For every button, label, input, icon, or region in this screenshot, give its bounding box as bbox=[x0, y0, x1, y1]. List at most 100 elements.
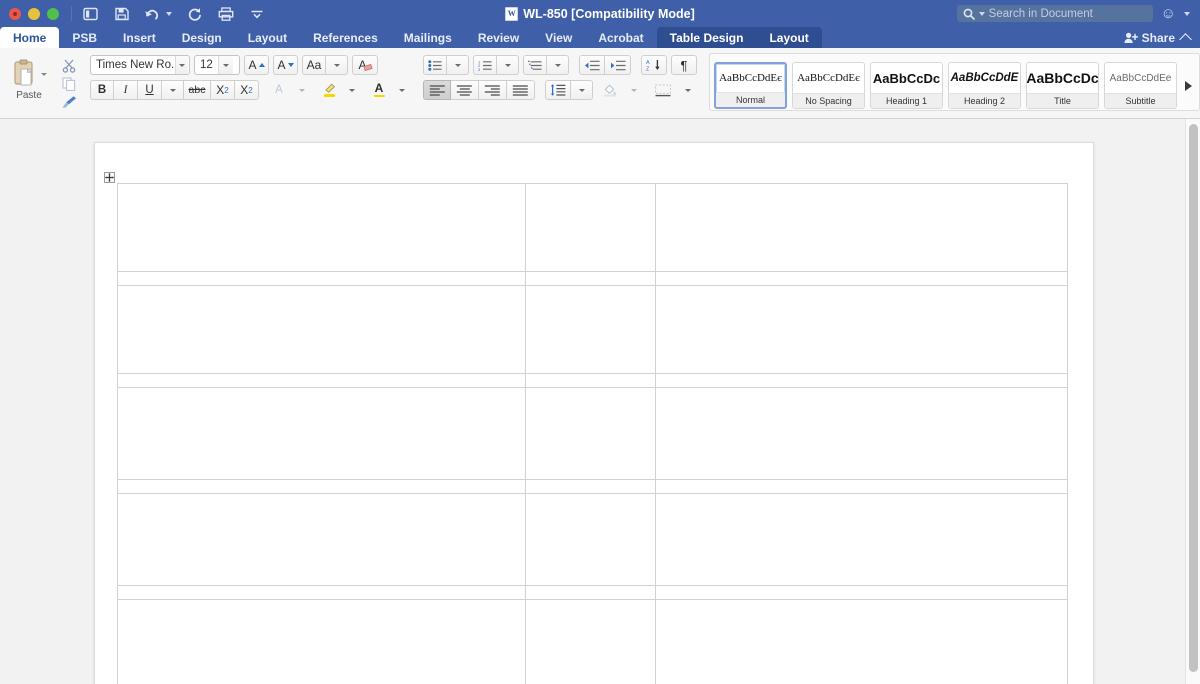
text-effects-dropdown-icon[interactable] bbox=[291, 80, 313, 100]
close-button[interactable] bbox=[9, 8, 21, 20]
print-icon[interactable] bbox=[217, 5, 234, 22]
borders-icon[interactable] bbox=[649, 80, 677, 100]
customize-toolbar-icon[interactable] bbox=[248, 5, 265, 22]
table-cell[interactable] bbox=[656, 286, 1068, 374]
table-cell[interactable] bbox=[526, 586, 656, 600]
share-button[interactable]: Share bbox=[1124, 31, 1175, 45]
table-cell[interactable] bbox=[118, 600, 526, 684]
multilevel-list-icon[interactable] bbox=[523, 55, 547, 75]
tab-design[interactable]: Design bbox=[169, 27, 235, 48]
document-area[interactable] bbox=[0, 119, 1200, 684]
vertical-scrollbar[interactable] bbox=[1185, 119, 1200, 684]
alignment-group[interactable] bbox=[423, 80, 535, 100]
subscript-button[interactable]: X2 bbox=[211, 80, 235, 100]
line-spacing-group[interactable] bbox=[545, 80, 593, 100]
table-row[interactable] bbox=[118, 600, 1068, 684]
clear-formatting-button[interactable]: A bbox=[352, 55, 378, 75]
table-cell[interactable] bbox=[656, 184, 1068, 272]
table-cell[interactable] bbox=[118, 480, 526, 494]
undo-icon[interactable] bbox=[144, 5, 161, 22]
table-cell[interactable] bbox=[118, 286, 526, 374]
font-size-combo[interactable]: 12 bbox=[194, 55, 240, 75]
change-case-group[interactable]: Aa bbox=[302, 55, 348, 75]
text-format-group[interactable]: B I U abc X2 X2 bbox=[90, 80, 259, 100]
font-name-combo[interactable]: Times New Ro... bbox=[90, 55, 190, 75]
table-cell[interactable] bbox=[656, 388, 1068, 480]
vertical-scrollbar-thumb[interactable] bbox=[1189, 124, 1198, 672]
shading-bucket-icon[interactable] bbox=[597, 80, 623, 100]
table-cell[interactable] bbox=[526, 480, 656, 494]
gallery-more-arrow-icon[interactable] bbox=[1185, 81, 1192, 91]
feedback-smiley-icon[interactable]: ☺ bbox=[1161, 6, 1176, 21]
bullets-group[interactable] bbox=[423, 55, 469, 75]
document-table[interactable] bbox=[117, 183, 1068, 684]
tab-mailings[interactable]: Mailings bbox=[391, 27, 465, 48]
increase-indent-icon[interactable] bbox=[605, 55, 631, 75]
style-tile-title[interactable]: AaBbCcDc Title bbox=[1026, 62, 1099, 109]
underline-button[interactable]: U bbox=[138, 80, 162, 100]
tab-view[interactable]: View bbox=[532, 27, 585, 48]
decrease-indent-icon[interactable] bbox=[579, 55, 605, 75]
style-tile-heading-1[interactable]: AaBbCcDc Heading 1 bbox=[870, 62, 943, 109]
save-icon[interactable] bbox=[113, 5, 130, 22]
table-cell[interactable] bbox=[656, 272, 1068, 286]
superscript-button[interactable]: X2 bbox=[235, 80, 259, 100]
copy-pages-icon[interactable] bbox=[61, 76, 78, 91]
change-case-button[interactable]: Aa bbox=[302, 55, 326, 75]
show-formatting-marks-button[interactable]: ¶ bbox=[671, 55, 697, 75]
style-tile-subtitle[interactable]: AaBbCcDdEe Subtitle bbox=[1104, 62, 1177, 109]
tab-table-layout[interactable]: Layout bbox=[756, 27, 821, 48]
zoom-button[interactable] bbox=[47, 8, 59, 20]
table-cell[interactable] bbox=[526, 184, 656, 272]
paste-options-caret-icon[interactable] bbox=[41, 73, 47, 76]
multilevel-dropdown-icon[interactable] bbox=[547, 55, 569, 75]
shading-group[interactable] bbox=[597, 80, 645, 100]
ribbon-tab-strip[interactable]: Home PSB Insert Design Layout References… bbox=[0, 27, 1200, 48]
window-controls[interactable] bbox=[0, 8, 59, 20]
change-case-dropdown-icon[interactable] bbox=[326, 55, 348, 75]
highlight-button[interactable] bbox=[317, 80, 341, 100]
contextual-tab-group[interactable]: Table Design Layout bbox=[657, 27, 822, 48]
table-cell[interactable] bbox=[656, 586, 1068, 600]
font-color-dropdown-icon[interactable] bbox=[391, 80, 413, 100]
table-row[interactable] bbox=[118, 184, 1068, 272]
table-cell[interactable] bbox=[656, 494, 1068, 586]
style-tile-normal[interactable]: AaBbCcDdEє Normal bbox=[714, 62, 787, 109]
table-cell[interactable] bbox=[656, 374, 1068, 388]
table-cell[interactable] bbox=[656, 600, 1068, 684]
table-row[interactable] bbox=[118, 586, 1068, 600]
chevron-up-icon[interactable] bbox=[1179, 33, 1192, 46]
bullet-list-icon[interactable] bbox=[423, 55, 447, 75]
tab-review[interactable]: Review bbox=[465, 27, 532, 48]
numbered-list-icon[interactable]: 123 bbox=[473, 55, 497, 75]
sort-az-icon[interactable]: AZ bbox=[641, 55, 667, 75]
indent-group[interactable] bbox=[579, 55, 631, 75]
highlight-dropdown-icon[interactable] bbox=[341, 80, 363, 100]
table-cell[interactable] bbox=[526, 600, 656, 684]
tab-psb[interactable]: PSB bbox=[59, 27, 110, 48]
table-cell[interactable] bbox=[526, 286, 656, 374]
justify-icon[interactable] bbox=[507, 80, 535, 100]
borders-dropdown-icon[interactable] bbox=[677, 80, 699, 100]
style-tile-heading-2[interactable]: AaBbCcDdE Heading 2 bbox=[948, 62, 1021, 109]
tab-acrobat[interactable]: Acrobat bbox=[585, 27, 656, 48]
table-cell[interactable] bbox=[118, 388, 526, 480]
bullets-dropdown-icon[interactable] bbox=[447, 55, 469, 75]
search-scope-caret-icon[interactable] bbox=[979, 12, 985, 16]
table-row[interactable] bbox=[118, 286, 1068, 374]
numbering-group[interactable]: 123 bbox=[473, 55, 519, 75]
table-cell[interactable] bbox=[118, 184, 526, 272]
sidebar-toggle-icon[interactable] bbox=[82, 5, 99, 22]
shading-dropdown-icon[interactable] bbox=[623, 80, 645, 100]
shrink-font-button[interactable]: A bbox=[273, 55, 298, 75]
line-spacing-icon[interactable] bbox=[545, 80, 571, 100]
strikethrough-button[interactable]: abc bbox=[184, 80, 211, 100]
numbering-dropdown-icon[interactable] bbox=[497, 55, 519, 75]
table-move-handle-icon[interactable] bbox=[104, 172, 115, 183]
redo-icon[interactable] bbox=[186, 5, 203, 22]
table-cell[interactable] bbox=[526, 374, 656, 388]
align-center-icon[interactable] bbox=[451, 80, 479, 100]
feedback-caret-icon[interactable] bbox=[1184, 12, 1190, 16]
font-color-button[interactable]: A bbox=[367, 80, 391, 100]
table-cell[interactable] bbox=[118, 374, 526, 388]
